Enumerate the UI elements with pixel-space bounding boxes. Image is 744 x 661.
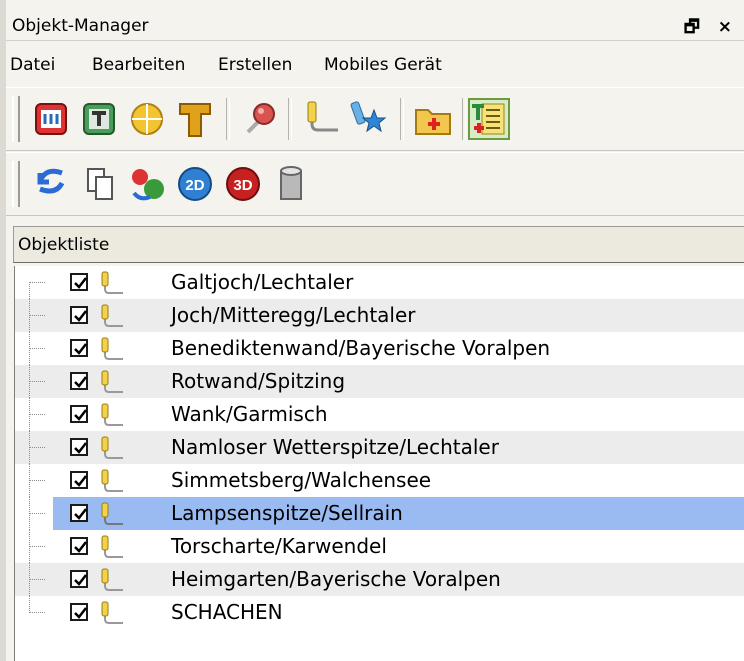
list-item[interactable]: Wank/Garmisch xyxy=(15,398,744,431)
list-item[interactable]: Torscharte/Karwendel xyxy=(15,530,744,563)
track-icon xyxy=(101,535,123,558)
view-2d-icon[interactable]: 2D xyxy=(174,163,216,205)
folder-add-icon[interactable] xyxy=(412,98,454,140)
toolbar-separator xyxy=(400,98,404,140)
folder-group-icon[interactable] xyxy=(30,98,72,140)
crosshair-icon[interactable] xyxy=(126,98,168,140)
svg-text:2D: 2D xyxy=(185,177,204,194)
checkbox[interactable] xyxy=(70,405,88,423)
svg-text:3D: 3D xyxy=(233,177,252,194)
toolbar-separator xyxy=(226,98,230,140)
text-t-icon[interactable] xyxy=(174,98,216,140)
list-item-label: Wank/Garmisch xyxy=(171,402,328,426)
list-item-label: Benediktenwand/Bayerische Voralpen xyxy=(171,336,551,360)
list-item-label: Namloser Wetterspitze/Lechtaler xyxy=(171,435,499,459)
toolbar-grip[interactable] xyxy=(12,161,20,207)
toolbar-grip[interactable] xyxy=(12,96,20,142)
menu-bearbeiten[interactable]: Bearbeiten xyxy=(92,55,185,75)
checkbox[interactable] xyxy=(70,471,88,489)
track-pen-icon[interactable] xyxy=(300,98,342,140)
pin-icon[interactable] xyxy=(238,98,280,140)
object-manager-panel: Objekt-Manager 🗗 × Datei Bearbeiten Erst… xyxy=(6,0,744,661)
database-icon[interactable] xyxy=(270,163,312,205)
menu-bar: Datei Bearbeiten Erstellen Mobiles Gerät xyxy=(6,45,744,87)
track-icon xyxy=(101,568,123,591)
view-3d-icon[interactable]: 3D xyxy=(222,163,264,205)
track-icon xyxy=(101,337,123,360)
list-item-label: Simmetsberg/Walchensee xyxy=(171,468,432,492)
checkbox[interactable] xyxy=(70,504,88,522)
undo-icon[interactable] xyxy=(30,163,72,205)
checkbox[interactable] xyxy=(70,570,88,588)
track-icon xyxy=(101,469,123,492)
checkbox[interactable] xyxy=(70,372,88,390)
star-pen-icon[interactable] xyxy=(348,98,390,140)
list-item[interactable]: SCHACHEN xyxy=(15,596,744,629)
list-item-label: Rotwand/Spitzing xyxy=(171,369,346,393)
list-item-label: Lampsenspitze/Sellrain xyxy=(171,501,403,525)
track-icon xyxy=(101,370,123,393)
object-list-header[interactable]: Objektliste xyxy=(13,226,744,263)
title-bar: Objekt-Manager 🗗 × xyxy=(6,10,744,41)
toolbar-primary xyxy=(6,87,744,151)
list-item-label: Galtjoch/Lechtaler xyxy=(171,270,354,294)
list-item[interactable]: Joch/Mitteregg/Lechtaler xyxy=(15,299,744,332)
menu-mobiles-geraet[interactable]: Mobiles Gerät xyxy=(324,55,442,75)
list-item-label: Joch/Mitteregg/Lechtaler xyxy=(171,303,416,327)
checkbox[interactable] xyxy=(70,339,88,357)
track-icon xyxy=(101,403,123,426)
list-item[interactable]: Heimgarten/Bayerische Voralpen xyxy=(15,563,744,596)
track-icon xyxy=(101,271,123,294)
track-icon xyxy=(101,601,123,624)
list-edit-icon[interactable] xyxy=(468,98,510,140)
toolbar-secondary: 2D 3D xyxy=(6,152,744,216)
list-item-label: Heimgarten/Bayerische Voralpen xyxy=(171,567,501,591)
toolbar-separator xyxy=(288,98,292,140)
checkbox[interactable] xyxy=(70,537,88,555)
window-title: Objekt-Manager xyxy=(12,16,149,36)
object-list: Galtjoch/Lechtaler Joch/Mitteregg/Lechta… xyxy=(14,266,744,661)
object-list-header-label: Objektliste xyxy=(18,235,110,255)
list-item[interactable]: Namloser Wetterspitze/Lechtaler xyxy=(15,431,744,464)
list-item[interactable]: Simmetsberg/Walchensee xyxy=(15,464,744,497)
window-controls[interactable]: 🗗 × xyxy=(684,14,738,43)
list-item[interactable]: Benediktenwand/Bayerische Voralpen xyxy=(15,332,744,365)
track-icon xyxy=(101,502,123,525)
toolbar-separator xyxy=(462,98,466,140)
text-tool-icon[interactable] xyxy=(78,98,120,140)
list-item[interactable]: Galtjoch/Lechtaler xyxy=(15,266,744,299)
checkbox[interactable] xyxy=(70,306,88,324)
list-item[interactable]: Rotwand/Spitzing xyxy=(15,365,744,398)
list-item-selected[interactable]: Lampsenspitze/Sellrain xyxy=(15,497,744,530)
list-item-label: SCHACHEN xyxy=(171,600,283,624)
menu-erstellen[interactable]: Erstellen xyxy=(218,55,292,75)
track-icon xyxy=(101,304,123,327)
menu-datei[interactable]: Datei xyxy=(10,55,55,75)
checkbox[interactable] xyxy=(70,438,88,456)
checkbox[interactable] xyxy=(70,603,88,621)
track-icon xyxy=(101,436,123,459)
checkbox[interactable] xyxy=(70,273,88,291)
copy-icon[interactable] xyxy=(78,163,120,205)
list-item-label: Torscharte/Karwendel xyxy=(171,534,387,558)
refresh-icon[interactable] xyxy=(126,163,168,205)
